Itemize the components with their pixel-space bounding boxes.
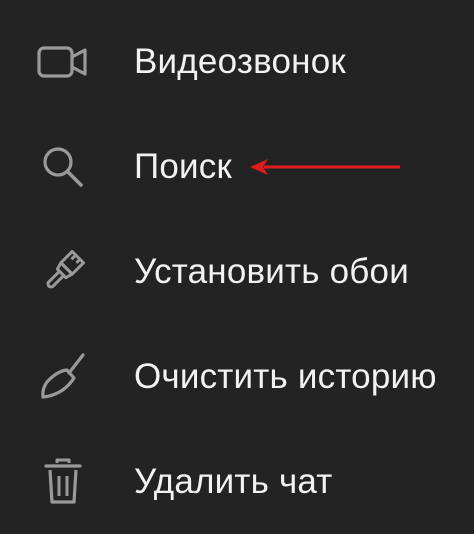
menu-item-label: Очистить историю xyxy=(134,356,437,396)
trash-icon xyxy=(30,457,96,507)
menu-item-label: Видеозвонок xyxy=(134,41,346,81)
menu-item-search[interactable]: Поиск xyxy=(0,114,474,219)
overflow-menu: Видеозвонок Поиск Установить обои Очисти… xyxy=(0,9,474,534)
broom-icon xyxy=(30,352,96,402)
red-arrow-annotation xyxy=(250,158,400,175)
menu-item-clear-history[interactable]: Очистить историю xyxy=(0,324,474,429)
search-icon xyxy=(30,142,96,192)
paintbrush-icon xyxy=(30,247,96,297)
video-camera-icon xyxy=(30,37,96,87)
menu-item-label: Поиск xyxy=(134,146,232,186)
menu-item-video-call[interactable]: Видеозвонок xyxy=(0,9,474,114)
menu-item-label: Удалить чат xyxy=(134,461,333,501)
menu-item-set-wallpaper[interactable]: Установить обои xyxy=(0,219,474,324)
menu-item-delete-chat[interactable]: Удалить чат xyxy=(0,429,474,534)
menu-item-label: Установить обои xyxy=(134,251,409,291)
